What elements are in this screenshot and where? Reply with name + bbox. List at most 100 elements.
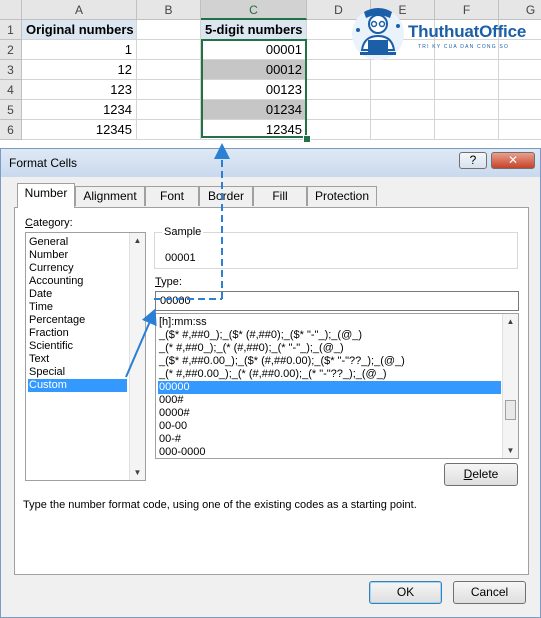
row-header[interactable]: 6 bbox=[0, 120, 22, 140]
tab-alignment[interactable]: Alignment bbox=[75, 186, 145, 206]
cell-a1[interactable]: Original numbers bbox=[22, 20, 137, 40]
empty-cell[interactable] bbox=[499, 80, 541, 100]
format-list-scrollbar[interactable]: ▲ ▼ bbox=[502, 314, 518, 458]
ok-button[interactable]: OK bbox=[369, 581, 442, 604]
empty-cell[interactable] bbox=[499, 100, 541, 120]
format-code-item[interactable]: 00-# bbox=[158, 433, 501, 446]
original-number-cell[interactable]: 12 bbox=[22, 60, 137, 80]
empty-cell[interactable] bbox=[371, 60, 435, 80]
scroll-up-icon[interactable]: ▲ bbox=[130, 233, 145, 248]
format-code-item[interactable]: 00-00 bbox=[158, 420, 501, 433]
row-header[interactable]: 5 bbox=[0, 100, 22, 120]
format-code-item[interactable]: _(* #,##0.00_);_(* (#,##0.00);_(* "-"??_… bbox=[158, 368, 501, 381]
category-item[interactable]: Number bbox=[28, 249, 129, 262]
category-list[interactable]: General Number Currency Accounting Date Time P… bbox=[25, 232, 146, 481]
five-digit-number-cell[interactable]: 01234 bbox=[201, 100, 307, 120]
category-item[interactable]: Accounting bbox=[28, 275, 129, 288]
empty-cell[interactable] bbox=[307, 60, 371, 80]
five-digit-number-cell[interactable]: 00012 bbox=[201, 60, 307, 80]
close-button[interactable]: ✕ bbox=[491, 152, 535, 169]
category-item[interactable]: Scientific bbox=[28, 340, 129, 353]
column-header-a[interactable]: A bbox=[22, 0, 137, 20]
dialog-title: Format Cells bbox=[9, 156, 78, 170]
number-tab-panel: Category: General Number Currency Accountin… bbox=[14, 207, 529, 575]
empty-cell[interactable] bbox=[371, 80, 435, 100]
empty-cell[interactable] bbox=[307, 100, 371, 120]
column-header-b[interactable]: B bbox=[137, 0, 201, 20]
empty-cell[interactable] bbox=[435, 120, 499, 140]
empty-cell[interactable] bbox=[137, 100, 201, 120]
format-code-item[interactable]: [h]:mm:ss bbox=[158, 316, 501, 329]
format-code-list[interactable]: [h]:mm:ss _($* #,##0_);_($* (#,##0);_($* … bbox=[155, 313, 519, 459]
category-item[interactable]: General bbox=[28, 236, 129, 249]
category-item[interactable]: Custom bbox=[28, 379, 127, 392]
empty-cell[interactable] bbox=[137, 20, 201, 40]
format-code-item[interactable]: 000# bbox=[158, 394, 501, 407]
tab-border[interactable]: Border bbox=[199, 186, 253, 206]
empty-cell[interactable] bbox=[137, 60, 201, 80]
sample-box bbox=[154, 232, 518, 269]
original-number-cell[interactable]: 1 bbox=[22, 40, 137, 60]
dialog-titlebar[interactable]: Format Cells ? ✕ bbox=[1, 149, 540, 177]
help-button[interactable]: ? bbox=[459, 152, 487, 169]
category-item[interactable]: Date bbox=[28, 288, 129, 301]
format-code-item[interactable]: 00000 bbox=[158, 381, 501, 394]
category-item[interactable]: Text bbox=[28, 353, 129, 366]
sample-label: Sample bbox=[162, 226, 204, 238]
cell-c1[interactable]: 5-digit numbers bbox=[201, 20, 307, 40]
five-digit-number-cell[interactable]: 00001 bbox=[201, 40, 307, 60]
scroll-down-icon[interactable]: ▼ bbox=[503, 443, 518, 458]
delete-button[interactable]: Delete bbox=[444, 463, 518, 486]
format-code-item[interactable]: _(* #,##0_);_(* (#,##0);_(* "-"_);_(@_) bbox=[158, 342, 501, 355]
empty-cell[interactable] bbox=[307, 80, 371, 100]
row-header[interactable]: 1 bbox=[0, 20, 22, 40]
category-scrollbar[interactable]: ▲ ▼ bbox=[129, 233, 145, 480]
hint-text: Type the number format code, using one o… bbox=[23, 499, 417, 511]
empty-cell[interactable] bbox=[435, 80, 499, 100]
select-all-corner[interactable] bbox=[0, 0, 22, 20]
category-label: Category: bbox=[25, 217, 73, 229]
format-code-item[interactable]: _($* #,##0_);_($* (#,##0);_($* "-"_);_(@… bbox=[158, 329, 501, 342]
original-number-cell[interactable]: 12345 bbox=[22, 120, 137, 140]
empty-cell[interactable] bbox=[307, 120, 371, 140]
logo-tagline: TRI KY CUA DAN CONG SO bbox=[418, 44, 510, 50]
category-item[interactable]: Currency bbox=[28, 262, 129, 275]
tab-font[interactable]: Font bbox=[145, 186, 199, 206]
tab-number[interactable]: Number bbox=[17, 183, 75, 208]
tab-protection[interactable]: Protection bbox=[307, 186, 377, 206]
empty-cell[interactable] bbox=[137, 80, 201, 100]
scroll-down-icon[interactable]: ▼ bbox=[130, 465, 145, 480]
empty-cell[interactable] bbox=[499, 60, 541, 80]
column-header-c[interactable]: C bbox=[201, 0, 307, 20]
five-digit-number-cell[interactable]: 12345 bbox=[201, 120, 307, 140]
empty-cell[interactable] bbox=[371, 120, 435, 140]
sample-value: 00001 bbox=[165, 252, 196, 264]
category-item[interactable]: Time bbox=[28, 301, 129, 314]
empty-cell[interactable] bbox=[499, 120, 541, 140]
scroll-thumb[interactable] bbox=[505, 400, 516, 420]
tab-fill[interactable]: Fill bbox=[253, 186, 307, 206]
office-worker-laptop-logo-icon bbox=[352, 8, 404, 60]
spreadsheet-grid: A B C D E F G 1 Original numbers 5-digit n… bbox=[0, 0, 541, 148]
category-item[interactable]: Percentage bbox=[28, 314, 129, 327]
empty-cell[interactable] bbox=[371, 100, 435, 120]
format-code-item[interactable]: _($* #,##0.00_);_($* (#,##0.00);_($* "-"… bbox=[158, 355, 501, 368]
cancel-button[interactable]: Cancel bbox=[453, 581, 526, 604]
category-item[interactable]: Fraction bbox=[28, 327, 129, 340]
row-header[interactable]: 2 bbox=[0, 40, 22, 60]
row-header[interactable]: 3 bbox=[0, 60, 22, 80]
scroll-up-icon[interactable]: ▲ bbox=[503, 314, 518, 329]
original-number-cell[interactable]: 123 bbox=[22, 80, 137, 100]
empty-cell[interactable] bbox=[435, 60, 499, 80]
original-number-cell[interactable]: 1234 bbox=[22, 100, 137, 120]
category-item[interactable]: Special bbox=[28, 366, 129, 379]
format-code-item[interactable]: 000-0000 bbox=[158, 446, 501, 458]
row-header[interactable]: 4 bbox=[0, 80, 22, 100]
empty-cell[interactable] bbox=[435, 100, 499, 120]
fill-handle[interactable] bbox=[303, 135, 311, 143]
type-input[interactable]: 00000 bbox=[155, 291, 519, 311]
five-digit-number-cell[interactable]: 00123 bbox=[201, 80, 307, 100]
format-code-item[interactable]: 0000# bbox=[158, 407, 501, 420]
empty-cell[interactable] bbox=[137, 120, 201, 140]
empty-cell[interactable] bbox=[137, 40, 201, 60]
